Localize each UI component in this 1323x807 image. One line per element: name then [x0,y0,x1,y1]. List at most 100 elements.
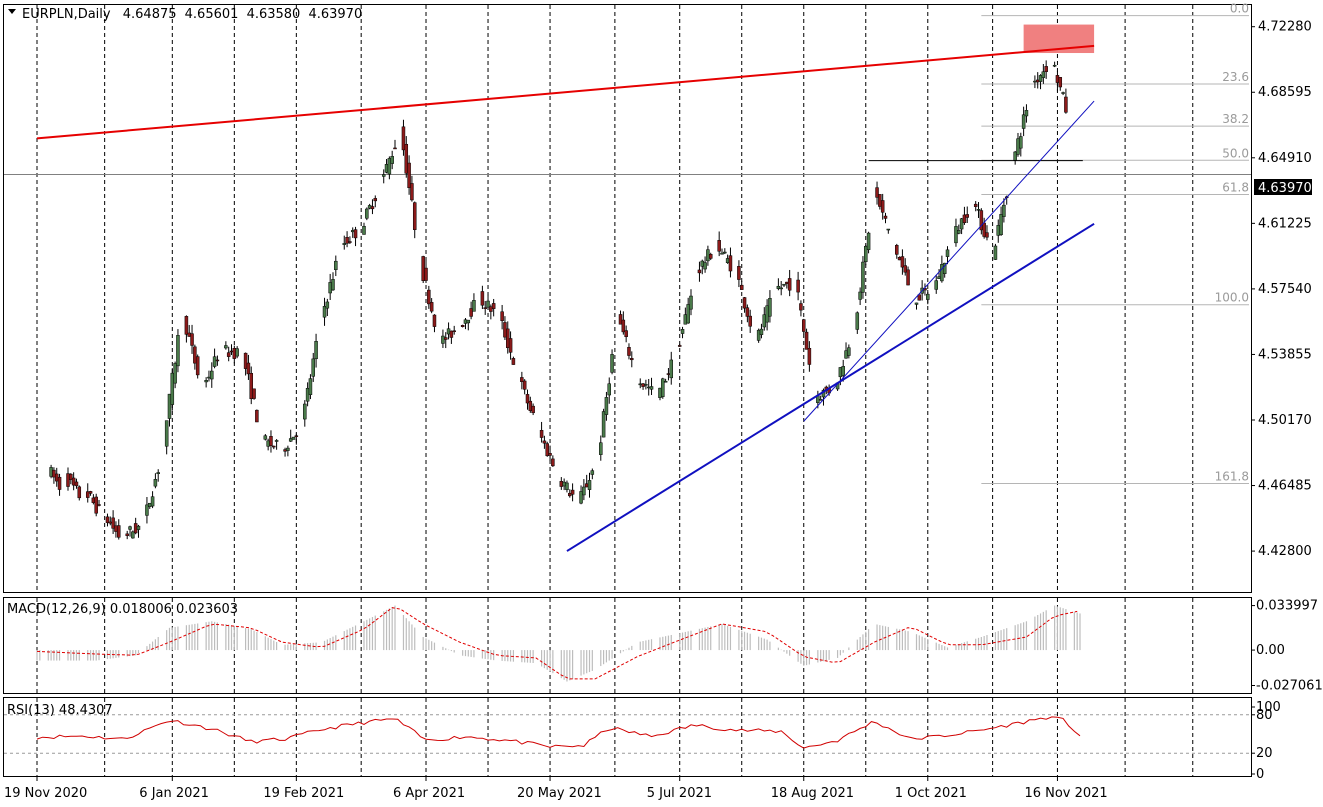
candle-body [432,314,437,327]
candle-body [463,319,468,324]
candle-body [861,261,865,293]
fib-level-label: 50.0 [1222,146,1249,160]
candle-body [1021,114,1026,129]
triangle-down-icon[interactable] [8,9,16,14]
candle-body [937,276,941,280]
candle-body [717,240,721,252]
candle-body [973,203,978,207]
candle-body [94,496,98,514]
candle-body [748,315,752,327]
candle-body [52,469,56,478]
time-tick-label: 20 May 2021 [517,786,602,801]
candle-body [658,387,662,398]
candle-body [150,496,155,507]
candle-body [246,362,251,375]
candle-body [582,486,586,496]
chart-canvas: 0.0 23.6 38.2 50.0 61.8 100.0 161.8 EURPLN,Dai… [3,2,1323,801]
candle-body [314,341,318,360]
candle-body [85,491,90,498]
candle-body [156,472,160,474]
candle-body [190,333,194,346]
macd-tick-label: 0.033997 [1256,599,1318,614]
candle-body [1013,151,1017,161]
fib-level-label: 23.6 [1222,70,1249,84]
candle-body [1019,136,1023,149]
candle-body [661,378,665,397]
candle-body [167,393,172,419]
candle-body [996,225,1001,236]
candle-body [638,383,642,386]
time-tick-label: 16 Nov 2021 [1024,786,1107,801]
rsi-line [36,716,1081,749]
candle-body [491,303,496,309]
candle-body [914,302,919,305]
candle-body [1044,66,1048,72]
vertical-grid [36,5,1194,776]
price-tick-label: 4.42800 [1258,544,1312,559]
candle-body [610,354,614,373]
candle-body [599,442,603,455]
candle-body [170,372,175,405]
candle-body [469,308,473,317]
candle-body [111,517,115,529]
candle-body [855,312,860,330]
candle-body [886,228,891,231]
fib-level-label: 61.8 [1222,180,1249,194]
candle-body [683,314,688,325]
candle-body [1041,71,1046,78]
rsi-axis: 10080200 [1251,700,1281,782]
candle-body [136,525,141,530]
candle-body [249,373,253,400]
candle-body [875,187,879,198]
time-tick-label: 5 Jul 2021 [647,786,712,801]
rsi-pane-frame [3,697,1252,777]
candle-body [584,483,589,488]
candle-body [404,143,409,174]
candle-body [77,486,82,499]
candle-body [472,300,476,312]
candle-body [725,258,730,263]
candle-body [765,305,769,323]
chart-header: EURPLN,Daily 4.64875 4.65601 4.63580 4.6… [22,7,362,22]
candle-body [441,335,445,344]
candle-body [897,256,902,261]
candle-body [551,458,555,467]
candle-body [700,260,705,267]
symbol-label: EURPLN,Daily [22,7,111,22]
candle-body [565,482,569,490]
candle-body [207,376,211,379]
candle-body [993,245,998,260]
resistance-trendline [36,44,1095,140]
candle-body [1058,77,1063,88]
candle-body [54,473,59,482]
candle-body [787,278,792,291]
candle-body [1052,64,1057,67]
candle-body [370,206,375,210]
candle-body [542,440,547,444]
candle-body [446,328,451,335]
candle-body [796,279,800,293]
candle-body [768,298,772,317]
candle-body [210,370,214,380]
candle-body [807,347,812,365]
candle-body [503,322,507,338]
candle-body [387,158,392,175]
fib-level-label: 161.8 [1215,469,1249,483]
candle-body [818,398,823,401]
candle-body [782,283,786,286]
candle-body [866,232,871,250]
candle-body [604,397,609,415]
time-tick-label: 19 Nov 2020 [4,786,87,801]
candle-body [801,319,806,332]
candle-body [618,314,623,325]
rsi-pane [4,714,1251,754]
candle-body [520,377,524,382]
candle-body [407,162,411,189]
candle-body [325,301,330,309]
open-value: 4.64875 [123,7,177,22]
candle-body [322,306,327,318]
candle-body [128,526,132,530]
candle-body [1055,75,1060,83]
candle-body [525,394,530,404]
candle-body [443,337,448,340]
